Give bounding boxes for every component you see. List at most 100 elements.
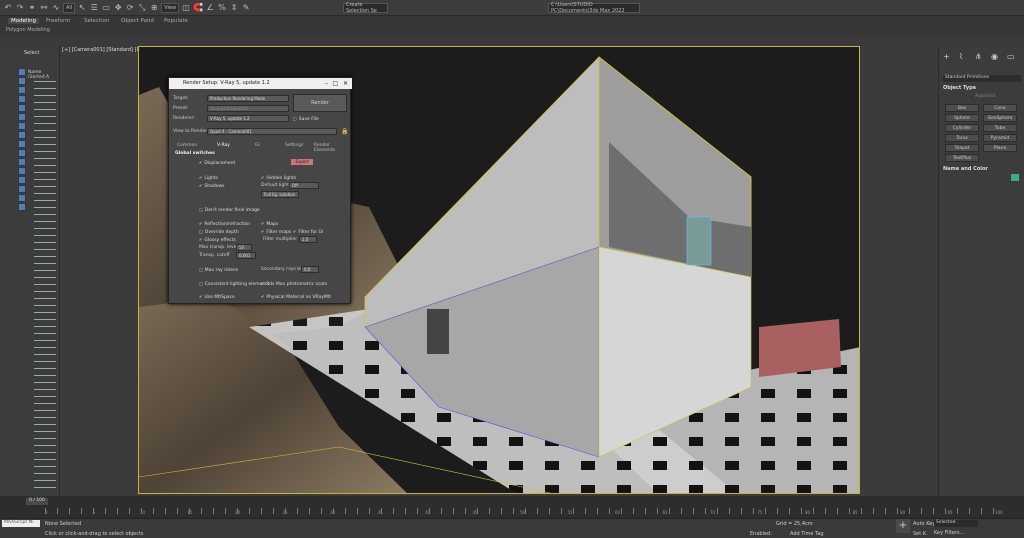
teapot-button[interactable]: Teapot (945, 144, 979, 152)
filter-icon[interactable] (18, 140, 26, 148)
scene-select-label[interactable]: Select (24, 50, 39, 56)
visibility-eye-icon-column[interactable] (34, 78, 56, 488)
max-ray-intens-checkbox[interactable]: Max ray intens (199, 267, 238, 273)
consistent-lighting-checkbox[interactable]: Consistent lighting elements (199, 281, 270, 287)
textplus-button[interactable]: TextPlus (945, 154, 979, 162)
renderer-dropdown[interactable]: V-Ray 5, update 1.2 (207, 115, 289, 122)
select-icon[interactable]: ↖ (77, 3, 87, 13)
tab-modeling[interactable]: Modeling (8, 18, 40, 24)
maps-checkbox[interactable]: Maps (261, 221, 278, 227)
filter-icon[interactable] (18, 113, 26, 121)
close-icon[interactable]: ✕ (343, 78, 348, 89)
unlink-icon[interactable]: ⚯ (39, 3, 49, 13)
view-to-render-dropdown[interactable]: Quad 4 - Camera001 (207, 128, 337, 135)
tab-object-paint[interactable]: Object Paint (121, 18, 154, 24)
cone-button[interactable]: Cone (983, 104, 1017, 112)
render-button[interactable]: Render (293, 94, 347, 112)
box-button[interactable]: Box (945, 104, 979, 112)
plane-button[interactable]: Plane (983, 144, 1017, 152)
filter-icon[interactable] (18, 131, 26, 139)
shadows-checkbox[interactable]: Shadows (199, 183, 224, 189)
key-filters-button[interactable]: Key Filters... (934, 530, 964, 536)
save-file-checkbox[interactable]: Save File (293, 116, 319, 122)
place-icon[interactable]: ⊕ (149, 3, 159, 13)
override-depth-checkbox[interactable]: Override depth (199, 229, 239, 235)
timeline[interactable]: 0 / 100 05101520253035404550556065707580… (0, 496, 1024, 518)
set-key-button[interactable]: Set K. (913, 531, 928, 537)
filter-icon[interactable] (18, 176, 26, 184)
auto-key-button[interactable]: Auto Key (913, 521, 935, 527)
time-slider[interactable]: 0 / 100 (26, 498, 48, 505)
move-icon[interactable]: ✥ (113, 3, 123, 13)
lights-checkbox[interactable]: Lights (199, 175, 218, 181)
rotate-icon[interactable]: ⟳ (125, 3, 135, 13)
gi-mode-dropdown[interactable]: Full lig. solution (261, 191, 299, 198)
bind-icon[interactable]: ∿ (51, 3, 61, 13)
photometric-scale-checkbox[interactable]: 3ds Max photometric scale (261, 281, 327, 287)
filter-maps-checkbox[interactable]: Filter maps (261, 229, 291, 235)
dont-render-final-checkbox[interactable]: Don't render final image (199, 207, 260, 213)
tab-gi[interactable]: GI (255, 143, 260, 148)
tab-render-elements[interactable]: Render Elements (314, 143, 350, 153)
ribbon-subtab[interactable]: Polygon Modeling (6, 27, 50, 33)
torus-button[interactable]: Torus (945, 134, 979, 142)
transp-cutoff-field[interactable]: 0,001 (236, 252, 256, 259)
key-set-dropdown[interactable]: Selected (934, 520, 978, 527)
filter-multiplier-field[interactable]: 1,0 (299, 236, 317, 243)
filter-for-gi-checkbox[interactable]: Filter for GI (293, 229, 323, 235)
edit-named-sets-icon[interactable]: ✎ (241, 3, 251, 13)
selection-set-dropdown[interactable]: Create Selection Se (343, 2, 388, 14)
hierarchy-icon[interactable]: ⋔ (975, 52, 982, 61)
redo-icon[interactable]: ↷ (15, 3, 25, 13)
motion-icon[interactable]: ◉ (991, 52, 998, 61)
link-icon[interactable]: ⚭ (27, 3, 37, 13)
primitives-dropdown[interactable]: Standard Primitives (943, 75, 1021, 82)
display-icon[interactable]: ▭ (1007, 52, 1015, 61)
filter-icon[interactable] (18, 194, 26, 202)
section-title[interactable]: Global switches (175, 151, 215, 156)
undo-icon[interactable]: ↶ (3, 3, 13, 13)
filter-icon[interactable] (18, 95, 26, 103)
set-key-icon[interactable]: + (896, 519, 910, 533)
filter-icon[interactable] (18, 149, 26, 157)
tab-vray[interactable]: V-Ray (217, 143, 230, 148)
cylinder-button[interactable]: Cylinder (945, 124, 979, 132)
filter-icon[interactable] (18, 77, 26, 85)
filter-icon[interactable] (18, 167, 26, 175)
filter-icon[interactable] (18, 203, 26, 211)
maxscript-listener[interactable]: MAXScript Mi (2, 520, 40, 527)
hidden-lights-checkbox[interactable]: Hidden lights (261, 175, 296, 181)
modify-icon[interactable]: ⌇ (959, 52, 963, 61)
tab-freeform[interactable]: Freeform (46, 18, 71, 24)
project-path-dropdown[interactable]: C:\Users\STUDIO PC\Documents\3ds Max 202… (548, 2, 640, 14)
displacement-checkbox[interactable]: Displacement (199, 160, 235, 166)
use-mtlspace-checkbox[interactable]: Use MtlSpace (199, 294, 234, 300)
tube-button[interactable]: Tube (983, 124, 1017, 132)
add-time-tag[interactable]: Add Time Tag (790, 531, 824, 537)
glossy-effects-checkbox[interactable]: Glossy effects (199, 237, 236, 243)
object-color-swatch[interactable] (1011, 174, 1019, 181)
default-lights-dropdown[interactable]: Off (289, 182, 319, 189)
select-by-name-icon[interactable]: ☰ (89, 3, 99, 13)
tab-settings[interactable]: Settings (285, 143, 303, 148)
pivot-icon[interactable]: ◫ (181, 3, 191, 13)
mode-badge[interactable]: Expert (291, 159, 313, 165)
tab-common[interactable]: Common (177, 143, 197, 148)
spinner-snap-icon[interactable]: ⇕ (229, 3, 239, 13)
selection-filter-dropdown[interactable]: All (63, 2, 76, 13)
pyramid-button[interactable]: Pyramid (983, 134, 1017, 142)
angle-snap-icon[interactable]: ∠ (205, 3, 215, 13)
max-transp-field[interactable]: 50 (236, 244, 252, 251)
object-type-title[interactable]: Object Type (943, 85, 976, 91)
physical-material-checkbox[interactable]: Physical Material as VRayMtl (261, 294, 330, 300)
name-color-title[interactable]: Name and Color (943, 166, 988, 172)
filter-icon[interactable] (18, 122, 26, 130)
tab-populate[interactable]: Populate (164, 18, 188, 24)
dialog-title-bar[interactable]: Render Setup: V-Ray 5, update 1.2 – □ ✕ (169, 78, 352, 89)
rect-select-icon[interactable]: ▭ (101, 3, 111, 13)
scale-icon[interactable]: ⤡ (137, 3, 147, 13)
target-dropdown[interactable]: Production Rendering Mode (207, 95, 289, 102)
maximize-icon[interactable]: □ (332, 78, 338, 89)
lock-icon[interactable]: 🔒 (341, 128, 348, 135)
create-icon[interactable]: + (943, 52, 950, 61)
